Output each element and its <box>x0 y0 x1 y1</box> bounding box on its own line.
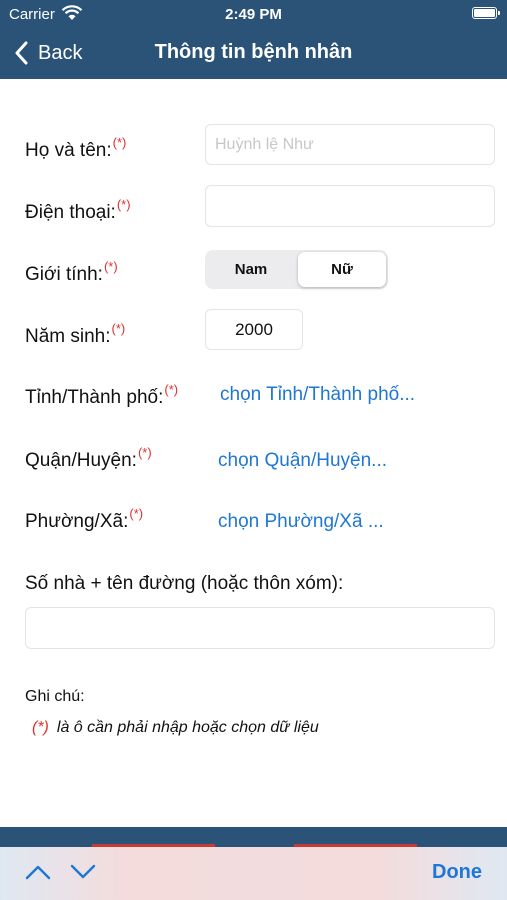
required-mark: (*) <box>129 506 144 521</box>
keyboard-toolbar: Done <box>0 844 507 900</box>
ward-picker[interactable]: chọn Phường/Xã ... <box>218 511 384 533</box>
bottom-action-bar <box>0 827 507 847</box>
gender-option-nu[interactable]: Nữ <box>298 252 386 287</box>
province-label: Tỉnh/Thành phố:(*) <box>25 382 179 408</box>
required-mark: (*) <box>112 135 127 150</box>
birth-year-input[interactable]: 2000 <box>205 309 303 350</box>
status-bar: Carrier 2:49 PM <box>0 0 507 28</box>
district-label: Quận/Huyện:(*) <box>25 445 152 471</box>
required-mark: (*) <box>164 382 179 397</box>
birth-year-label: Năm sinh:(*) <box>25 321 126 347</box>
button-peek-right <box>294 844 417 847</box>
required-mark: (*) <box>116 197 131 212</box>
page-title: Thông tin bệnh nhân <box>154 41 353 63</box>
phone-label: Điện thoại:(*) <box>25 197 131 223</box>
province-picker[interactable]: chọn Tỉnh/Thành phố... <box>220 384 415 406</box>
chevron-up-icon[interactable] <box>24 863 52 881</box>
gender-option-nam[interactable]: Nam <box>207 252 295 287</box>
street-label: Số nhà + tên đường (hoặc thôn xóm): <box>25 573 344 594</box>
done-button[interactable]: Done <box>432 861 482 884</box>
gender-label: Giới tính:(*) <box>25 259 118 285</box>
full-name-input[interactable]: Huỳnh lệ Như <box>205 124 495 165</box>
ward-label: Phường/Xã:(*) <box>25 506 144 532</box>
full-name-placeholder: Huỳnh lệ Như <box>215 136 314 153</box>
required-mark: (*) <box>137 445 152 460</box>
chevron-down-icon[interactable] <box>69 863 97 881</box>
battery-icon <box>472 7 500 19</box>
note-text: (*) là ô cần phải nhập hoặc chọn dữ liệu <box>32 719 319 736</box>
gender-segmented-control[interactable]: Nam Nữ <box>205 250 388 289</box>
street-input[interactable] <box>25 607 495 649</box>
phone-input[interactable] <box>205 185 495 227</box>
full-name-label: Họ và tên:(*) <box>25 135 127 161</box>
button-peek-left <box>92 844 215 847</box>
note-required-mark: (*) <box>32 719 49 736</box>
navigation-bar: Carrier 2:49 PM Back Thông tin bệnh nhân <box>0 0 507 79</box>
note-title: Ghi chú: <box>25 688 85 705</box>
district-picker[interactable]: chọn Quận/Huyện... <box>218 450 387 472</box>
required-mark: (*) <box>103 259 118 274</box>
required-mark: (*) <box>111 321 126 336</box>
status-time: 2:49 PM <box>225 6 282 23</box>
